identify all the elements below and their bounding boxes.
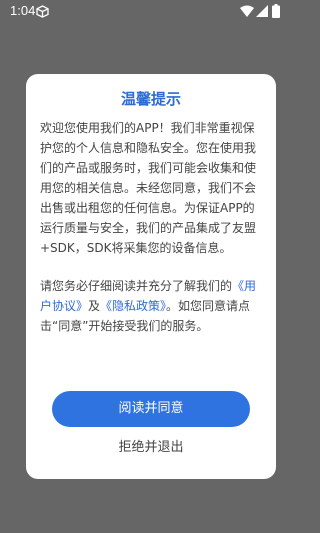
dialog-title: 温馨提示 <box>120 90 181 108</box>
battery-icon <box>272 4 280 18</box>
status-time: 1:04 <box>10 3 36 18</box>
signal-icon <box>256 5 268 17</box>
wifi-icon <box>240 5 254 17</box>
cube-icon <box>36 5 49 18</box>
agreement-prefix: 请您务必仔细阅读并充分了解我们的 <box>40 279 233 293</box>
agreement-paragraph: 请您务必仔细阅读并充分了解我们的《用户协议》及《隐私政策》。如您同意请点击“同意… <box>40 276 266 336</box>
privacy-policy-link[interactable]: 《隐私政策》 <box>100 299 166 313</box>
dialog-body: 欢迎您使用我们的APP！我们非常重视保护您的个人信息和隐私安全。您在使用我们的产… <box>40 118 266 336</box>
status-bar: 1:04 <box>0 0 300 24</box>
conjunction-text: 及 <box>88 299 101 313</box>
reject-button[interactable]: 拒绝并退出 <box>52 436 250 460</box>
welcome-paragraph: 欢迎您使用我们的APP！我们非常重视保护您的个人信息和隐私安全。您在使用我们的产… <box>40 121 257 255</box>
agree-button[interactable]: 阅读并同意 <box>52 391 250 427</box>
privacy-dialog: 温馨提示 欢迎您使用我们的APP！我们非常重视保护您的个人信息和隐私安全。您在使… <box>26 74 276 479</box>
